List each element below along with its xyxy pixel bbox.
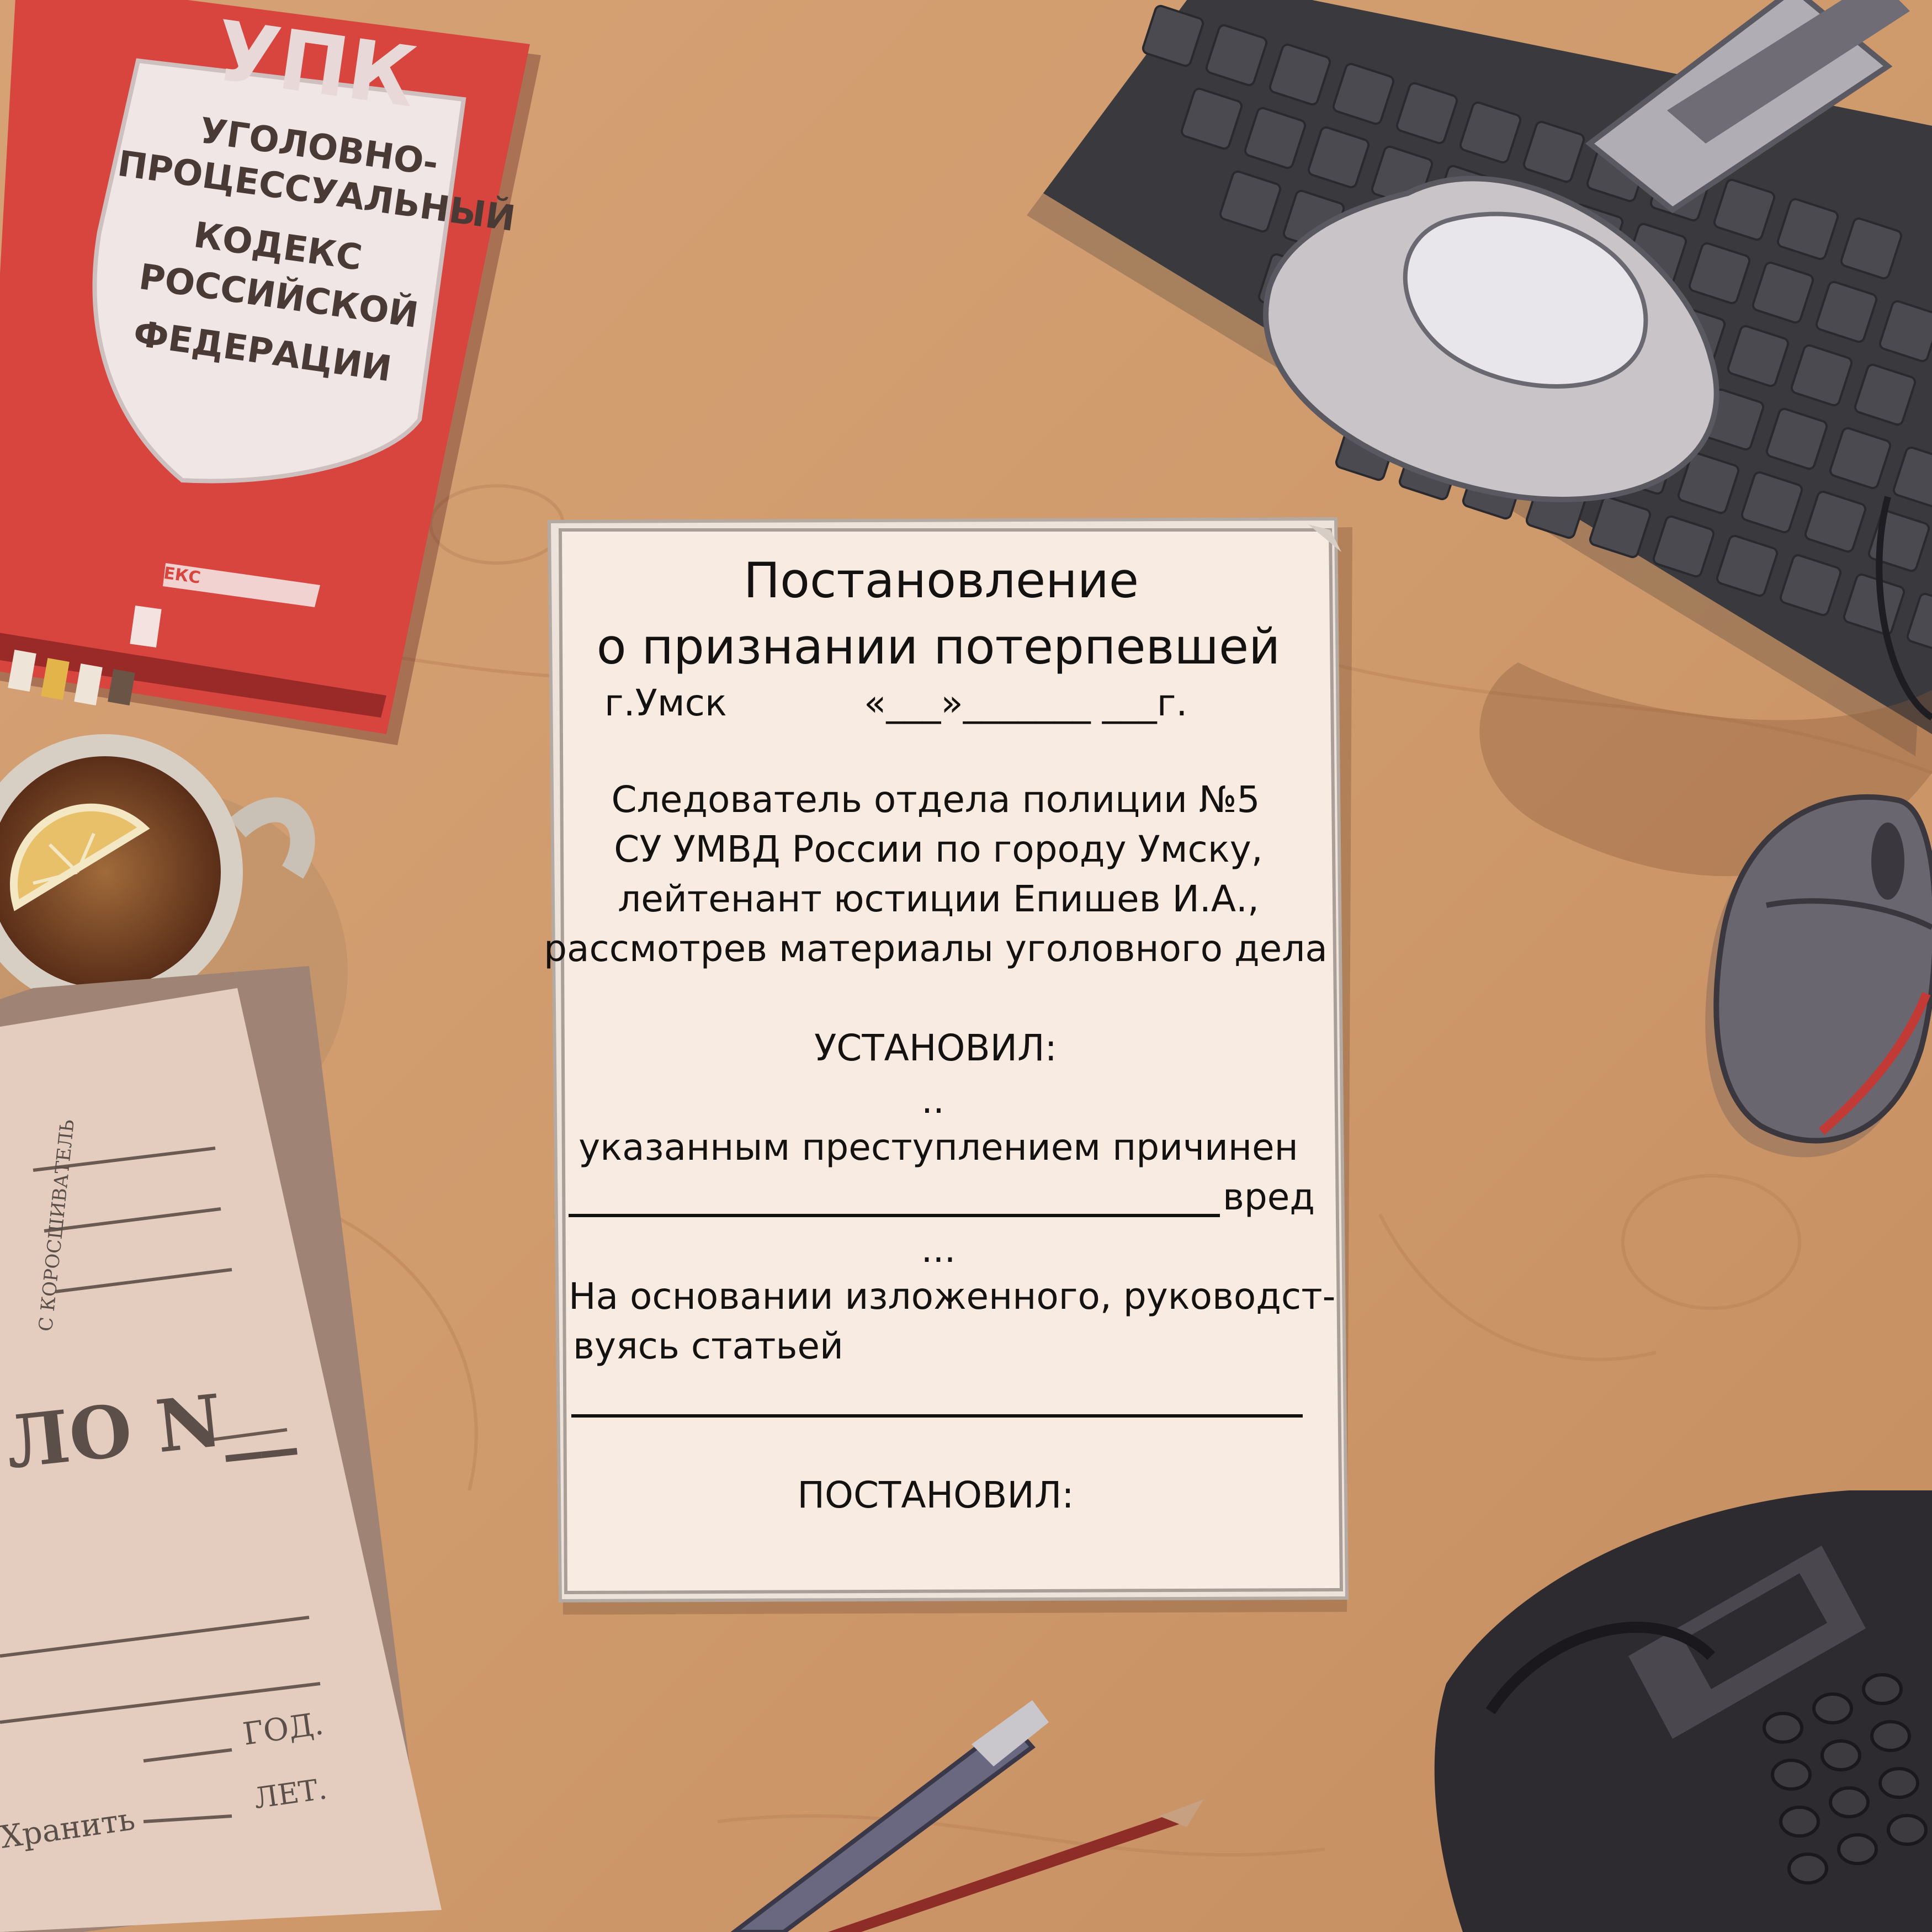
- phone-key: [1837, 1833, 1878, 1865]
- phone-key: [1862, 1673, 1903, 1705]
- document-title-line-1: Постановление: [743, 552, 1139, 609]
- intro-line-1: Следователь отдела полиции №5: [611, 778, 1260, 821]
- harm-line: указанным преступлением причинен: [578, 1126, 1298, 1169]
- established-heading: УСТАНОВИЛ:: [814, 1027, 1057, 1069]
- document-city: г.Умск: [604, 682, 727, 724]
- intro-line-4: рассмотрев материалы уголовного дела: [544, 927, 1328, 970]
- basis-line-1: На основании изложенного, руководст-: [569, 1275, 1336, 1318]
- phone-key: [1763, 1712, 1803, 1744]
- phone-key: [1870, 1720, 1911, 1752]
- phone-key: [1820, 1739, 1861, 1771]
- document-title-line-2: о признании потерпевшей: [596, 618, 1281, 675]
- document-date-blank: «___»_______ ___г.: [864, 682, 1188, 724]
- basis-line-2: вуясь статьей: [573, 1325, 843, 1367]
- phone-key: [1779, 1806, 1820, 1838]
- phone-key: [1829, 1786, 1870, 1818]
- decreed-heading: ПОСТАНОВИЛ:: [797, 1474, 1074, 1516]
- phone-key: [1887, 1814, 1928, 1846]
- intro-line-2: СУ УМВД России по городу Умску,: [614, 828, 1263, 871]
- phone-key: [1787, 1853, 1828, 1885]
- phone-key: [1812, 1692, 1853, 1724]
- harm-word: вред: [1223, 1176, 1315, 1218]
- phone-key: [1771, 1759, 1812, 1791]
- ellipsis-short: ..: [921, 1079, 944, 1122]
- ellipsis-long: ...: [921, 1228, 956, 1271]
- phone-key: [1878, 1767, 1919, 1799]
- intro-line-3: лейтенант юстиции Епишев И.А.,: [618, 878, 1259, 920]
